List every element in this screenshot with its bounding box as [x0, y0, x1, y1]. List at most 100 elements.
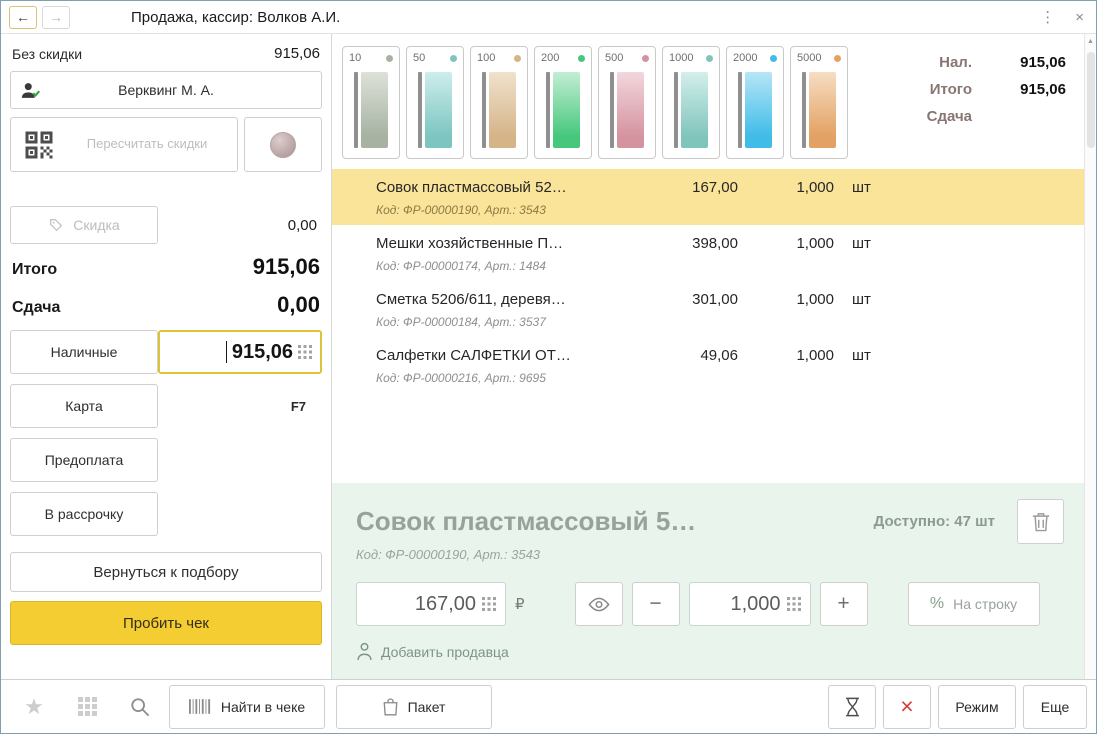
- item-name: Совок пластмассовый 52…: [376, 179, 567, 196]
- banknote-icon: [610, 72, 644, 148]
- no-discount-value: 915,06: [274, 45, 320, 62]
- search-icon: [130, 697, 150, 717]
- window-menu-icon[interactable]: ⋮: [1040, 8, 1055, 26]
- available-stock: Доступно: 47 шт: [873, 513, 995, 530]
- price-input[interactable]: 167,00: [356, 582, 506, 626]
- summary-label: Нал.: [939, 54, 972, 71]
- cancel-receipt-button[interactable]: ×: [883, 684, 931, 729]
- denomination-dot-icon: [386, 54, 393, 62]
- item-name: Салфетки САЛФЕТКИ ОТ…: [376, 347, 571, 364]
- item-qty: 1,000: [796, 291, 834, 308]
- minus-icon: −: [649, 592, 662, 615]
- prepayment-button[interactable]: Предоплата: [10, 438, 158, 482]
- denomination-button[interactable]: 1000: [662, 46, 720, 159]
- discount-tag-icon: [48, 217, 64, 233]
- denomination-dot-icon: [834, 54, 841, 62]
- cash-button[interactable]: Наличные: [10, 330, 158, 374]
- card-button[interactable]: Карта: [10, 384, 158, 428]
- item-unit: шт: [852, 291, 871, 308]
- more-button[interactable]: Еще: [1023, 684, 1087, 729]
- price-value: 167,00: [414, 592, 476, 615]
- item-unit: шт: [852, 179, 871, 196]
- back-button[interactable]: ←: [9, 5, 37, 29]
- item-unit: шт: [852, 235, 871, 252]
- summary-value: 915,06: [1020, 54, 1066, 71]
- postpone-receipt-button[interactable]: [828, 684, 876, 729]
- numpad-icon[interactable]: [786, 597, 801, 611]
- banknote-icon: [354, 72, 388, 148]
- denomination-dot-icon: [770, 54, 777, 62]
- change-label: Сдача: [12, 299, 61, 316]
- banknote-icon: [418, 72, 452, 148]
- plus-icon: +: [837, 592, 850, 615]
- numpad-icon[interactable]: [482, 597, 496, 611]
- denomination-value: 500: [605, 52, 624, 64]
- denomination-button[interactable]: 200: [534, 46, 592, 159]
- cash-amount-input[interactable]: 915,06: [158, 330, 322, 374]
- denomination-button[interactable]: 2000: [726, 46, 784, 159]
- cancel-x-icon: ×: [900, 693, 914, 719]
- favorites-button[interactable]: ★: [10, 684, 58, 729]
- recalc-discounts-label: Пересчитать скидки: [86, 136, 208, 152]
- summary-row: Итого 915,06: [900, 81, 1066, 98]
- detail-item-code: Код: ФР-00000190, Арт.: 3543: [356, 547, 541, 562]
- window-close-icon[interactable]: ×: [1075, 9, 1084, 26]
- vertical-scrollbar[interactable]: ▲: [1084, 34, 1096, 679]
- percent-icon: %: [929, 595, 945, 612]
- cash-amount-value: 915,06: [231, 340, 293, 363]
- payment-sidebar: Без скидки 915,06 Верквинг М. А. Пересчи…: [1, 34, 332, 679]
- bottom-toolbar: ★ Найти в чеке Пакет × Режим Еще: [1, 679, 1096, 733]
- denomination-button[interactable]: 5000: [790, 46, 848, 159]
- receipt-line[interactable]: Салфетки САЛФЕТКИ ОТ… 49,06 1,000 шт Код…: [332, 337, 1084, 393]
- decrease-qty-button[interactable]: −: [631, 582, 680, 626]
- banknote-icon: [738, 72, 772, 148]
- quantity-value: 1,000: [730, 592, 781, 615]
- item-unit: шт: [852, 347, 871, 364]
- return-to-selection-button[interactable]: Вернуться к подбору: [10, 552, 322, 592]
- numpad-icon[interactable]: [298, 345, 312, 359]
- denomination-button[interactable]: 50: [406, 46, 464, 159]
- view-item-button[interactable]: [574, 582, 623, 626]
- add-seller-link[interactable]: Добавить продавца: [356, 642, 509, 661]
- item-price: 49,06: [700, 347, 738, 364]
- discount-button[interactable]: Скидка: [10, 206, 158, 244]
- denomination-button[interactable]: 100: [470, 46, 528, 159]
- scrollbar-thumb[interactable]: [1086, 52, 1095, 148]
- line-discount-button[interactable]: % На строку: [907, 582, 1040, 626]
- package-button[interactable]: Пакет: [336, 684, 492, 729]
- recalc-discounts-button[interactable]: Пересчитать скидки: [10, 117, 238, 172]
- quick-goods-button[interactable]: [63, 684, 111, 729]
- installment-button[interactable]: В рассрочку: [10, 492, 158, 536]
- increase-qty-button[interactable]: +: [819, 582, 868, 626]
- customer-button[interactable]: Верквинг М. А.: [10, 71, 322, 109]
- bonus-coin-button[interactable]: [244, 117, 322, 172]
- quantity-input[interactable]: 1,000: [688, 582, 811, 626]
- print-receipt-button[interactable]: Пробить чек: [10, 601, 322, 645]
- receipt-lines: Совок пластмассовый 52… 167,00 1,000 шт …: [332, 169, 1084, 483]
- scroll-up-icon[interactable]: ▲: [1087, 37, 1094, 47]
- banknote-icon: [674, 72, 708, 148]
- denomination-dot-icon: [706, 54, 713, 62]
- summary-label: Сдача: [926, 108, 972, 125]
- discount-value: 0,00: [287, 216, 317, 234]
- receipt-line[interactable]: Мешки хозяйственные П… 398,00 1,000 шт К…: [332, 225, 1084, 281]
- receipt-line[interactable]: Совок пластмассовый 52… 167,00 1,000 шт …: [332, 169, 1084, 225]
- discount-row: Скидка 0,00: [10, 206, 322, 244]
- forward-button[interactable]: →: [42, 5, 70, 29]
- receipt-line[interactable]: Сметка 5206/611, деревя… 301,00 1,000 шт…: [332, 281, 1084, 337]
- denomination-button[interactable]: 500: [598, 46, 656, 159]
- denomination-button[interactable]: 10: [342, 46, 400, 159]
- find-in-receipt-button[interactable]: Найти в чеке: [169, 684, 325, 729]
- item-price: 301,00: [692, 291, 738, 308]
- search-button[interactable]: [116, 684, 164, 729]
- denomination-value: 5000: [797, 52, 822, 64]
- summary-label: Итого: [929, 81, 972, 98]
- delete-line-button[interactable]: [1017, 499, 1064, 544]
- back-icon: ←: [16, 9, 30, 25]
- item-name: Сметка 5206/611, деревя…: [376, 291, 566, 308]
- no-discount-label: Без скидки: [12, 45, 83, 62]
- mode-button[interactable]: Режим: [938, 684, 1016, 729]
- change-row: Сдача 0,00: [10, 282, 322, 320]
- denomination-buttons: 10 50 100 200 500 1000 2000 5000: [342, 46, 848, 159]
- payment-summary: Нал. 915,06 Итого 915,06 Сдача: [900, 46, 1076, 135]
